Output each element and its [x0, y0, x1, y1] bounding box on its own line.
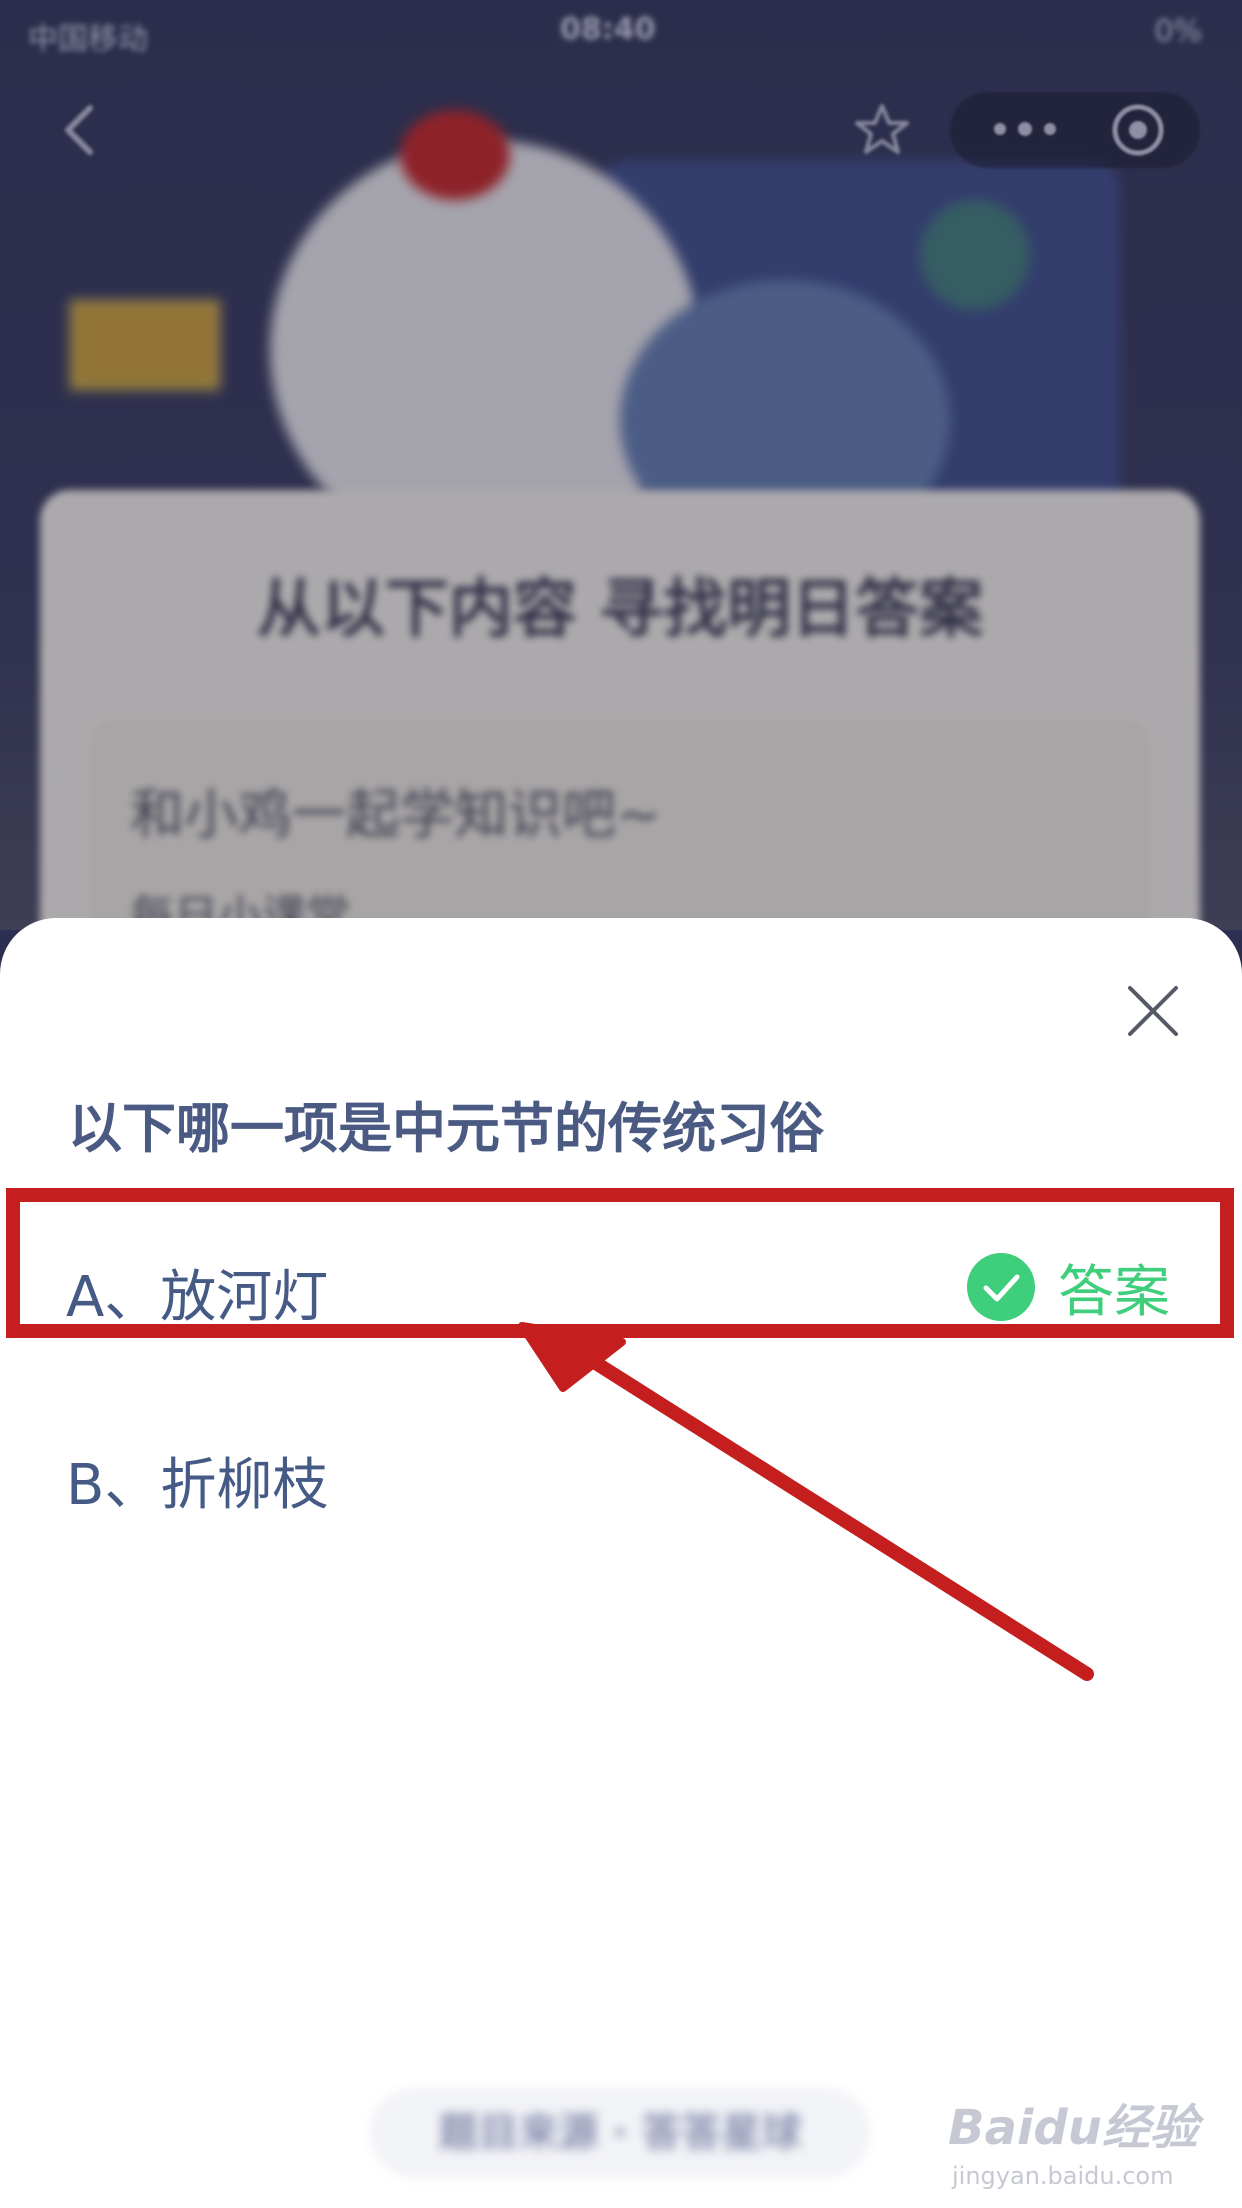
baidu-watermark: Baidu经验 jingyan.baidu.com	[948, 2088, 1208, 2198]
quiz-question: 以下哪一项是中元节的传统习俗	[68, 1097, 824, 1160]
background-page: 中国移动 08:40 0% 从以下内容 寻找明日答案 和小鸡一起学知识吧~ 每日…	[0, 0, 1242, 930]
source-button-label: 题目来源 · 答答星球	[438, 2110, 802, 2156]
source-button[interactable]: 题目来源 · 答答星球	[370, 2088, 870, 2178]
highlight-box	[6, 1188, 1234, 1338]
option-b-label: B、折柳枝	[66, 1453, 329, 1518]
watermark-logo: Baidu经验	[948, 2100, 1198, 2156]
overlay-dim	[0, 0, 1242, 930]
close-icon[interactable]	[1122, 980, 1184, 1042]
quiz-sheet: 以下哪一项是中元节的传统习俗 A、放河灯 答案 B、折柳枝 题目来源 · 答答星…	[0, 918, 1242, 2208]
option-b[interactable]: B、折柳枝	[0, 1392, 1242, 1572]
watermark-url: jingyan.baidu.com	[952, 2162, 1174, 2190]
